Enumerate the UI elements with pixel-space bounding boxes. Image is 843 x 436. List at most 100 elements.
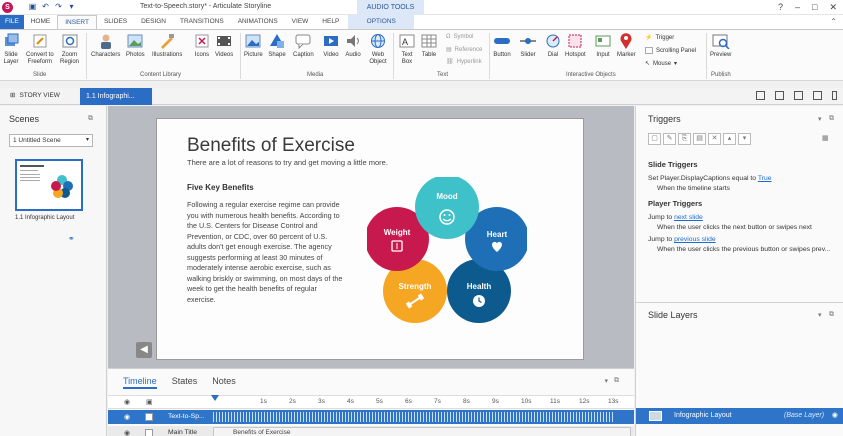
timeline-ruler[interactable]: ◉ ▣ 1s 2s 3s 4s 5s 6s 7s 8s 9s 10s 11s 1… [108, 395, 634, 409]
web-object-button[interactable]: Web Object [369, 32, 387, 66]
tab-transitions[interactable]: TRANSITIONS [173, 15, 231, 29]
table-button[interactable]: Table [420, 32, 438, 59]
trigger-item[interactable]: Jump to previous slide [648, 236, 716, 243]
slide-subtitle[interactable]: There are a lot of reasons to try and ge… [187, 158, 388, 167]
video-button[interactable]: Video [322, 32, 340, 59]
tab-file[interactable]: FILE [0, 15, 24, 29]
chevron-down-icon[interactable]: ▾ [818, 115, 822, 123]
customize-qat-icon[interactable]: ▾ [67, 2, 76, 11]
shape-button[interactable]: Shape [268, 32, 286, 59]
new-trigger-icon[interactable]: ▢ [648, 133, 661, 145]
story-view-tab[interactable]: ⊞ STORY VIEW [10, 91, 60, 100]
lock-toggle[interactable] [145, 429, 153, 436]
slide-stage[interactable]: Benefits of Exercise There are a lot of … [156, 118, 584, 360]
maximize-icon[interactable]: □ [812, 2, 817, 13]
dial-button[interactable]: Dial [544, 32, 562, 59]
eye-icon[interactable]: ◉ [124, 413, 130, 421]
benefits-infographic[interactable]: Mood Heart Health Strength Weight [367, 177, 527, 337]
delete-trigger-icon[interactable]: ✕ [708, 133, 721, 145]
collapse-ribbon-icon[interactable]: ⌃ [830, 17, 837, 26]
tab-home[interactable]: HOME [24, 15, 58, 29]
eye-icon[interactable]: ◉ [124, 398, 130, 406]
preview-button[interactable]: Preview [710, 32, 731, 59]
videos-button[interactable]: Videos [215, 32, 233, 59]
slide-heading[interactable]: Five Key Benefits [187, 183, 254, 192]
copy-trigger-icon[interactable]: ⎘ [678, 133, 691, 145]
minimize-icon[interactable]: – [795, 2, 800, 13]
photos-button[interactable]: Photos [126, 32, 145, 59]
tab-options[interactable]: OPTIONS [348, 15, 415, 29]
chevron-down-icon[interactable]: ▾ [818, 311, 822, 319]
move-up-icon[interactable]: ▴ [723, 133, 736, 145]
convert-freeform-button[interactable]: Convert to Freeform [26, 32, 54, 66]
symbol-button[interactable]: Ω Symbol [446, 34, 474, 40]
panel-restore-icon[interactable]: ⧉ [88, 115, 93, 123]
trigger-item[interactable]: Set Player.DisplayCaptions equal to True [648, 175, 772, 182]
icons-button[interactable]: Icons [193, 32, 211, 59]
save-icon[interactable]: ▣ [28, 2, 37, 11]
audio-button[interactable]: Audio [344, 32, 362, 59]
tab-notes[interactable]: Notes [212, 376, 236, 389]
slide-layer-button[interactable]: Slide Layer [2, 32, 20, 66]
paste-trigger-icon[interactable]: ▤ [693, 133, 706, 145]
mouse-button[interactable]: ↖ Mouse ▾ [645, 60, 677, 68]
audio-waveform[interactable] [213, 412, 613, 422]
tab-help[interactable]: HELP [315, 15, 346, 29]
scene-dropdown[interactable]: 1 Untitled Scene ▾ [9, 134, 93, 147]
trigger-link-true[interactable]: True [758, 175, 772, 182]
hyperlink-button[interactable]: ⛓ Hyperlink [446, 58, 482, 66]
slider-button[interactable]: Slider [519, 32, 537, 59]
phone-portrait-icon[interactable] [832, 91, 837, 100]
button-button[interactable]: Button [493, 32, 511, 59]
panel-restore-icon[interactable]: ⧉ [829, 115, 834, 123]
undo-icon[interactable]: ↶ [41, 2, 50, 11]
trigger-item[interactable]: Jump to next slide [648, 214, 703, 221]
lock-icon[interactable]: ▣ [146, 398, 153, 406]
lock-toggle[interactable] [145, 413, 153, 421]
text-box-button[interactable]: A Text Box [398, 32, 416, 66]
phone-landscape-icon[interactable] [813, 91, 822, 100]
tab-design[interactable]: DESIGN [134, 15, 173, 29]
edit-trigger-icon[interactable]: ✎ [663, 133, 676, 145]
slide-title[interactable]: Benefits of Exercise [187, 135, 355, 157]
desktop-view-icon[interactable] [756, 91, 765, 100]
slide-tab-infographic[interactable]: 1.1 Infographi... [80, 88, 152, 105]
help-icon[interactable]: ? [778, 2, 783, 13]
tab-states[interactable]: States [172, 376, 198, 389]
zoom-region-button[interactable]: Zoom Region [60, 32, 79, 66]
tab-slides[interactable]: SLIDES [97, 15, 134, 29]
trigger-link-previous-slide[interactable]: previous slide [674, 236, 716, 243]
tab-animations[interactable]: ANIMATIONS [231, 15, 285, 29]
slide-thumbnail[interactable] [15, 159, 83, 211]
close-icon[interactable]: ✕ [829, 2, 837, 13]
variables-icon[interactable]: ▦ [822, 134, 829, 142]
trigger-button[interactable]: ⚡ Trigger [645, 34, 674, 42]
marker-button[interactable]: Marker [617, 32, 636, 59]
base-layer-row[interactable]: Infographic Layout (Base Layer) ◉ [636, 408, 843, 424]
tab-insert[interactable]: INSERT [57, 15, 97, 29]
chevron-down-icon[interactable]: ▾ [604, 377, 608, 385]
redo-icon[interactable]: ↷ [54, 2, 63, 11]
input-button[interactable]: Input [594, 32, 612, 59]
picture-button[interactable]: Picture [244, 32, 263, 59]
slide-audio-icon[interactable]: ◀ [136, 342, 152, 358]
timeline-row-main-title[interactable]: ◉ Main Title Benefits of Exercise [108, 426, 634, 436]
slide-body-text[interactable]: Following a regular exercise regime can … [187, 200, 347, 305]
panel-restore-icon[interactable]: ⧉ [829, 311, 834, 319]
timeline-playhead[interactable] [211, 395, 219, 403]
panel-restore-icon[interactable]: ⧉ [614, 377, 619, 385]
tab-view[interactable]: VIEW [285, 15, 316, 29]
eye-icon[interactable]: ◉ [124, 429, 130, 436]
characters-button[interactable]: Characters [91, 32, 120, 59]
reference-button[interactable]: ▤ Reference [446, 46, 482, 54]
caption-button[interactable]: Caption [293, 32, 314, 59]
tablet-portrait-icon[interactable] [794, 91, 803, 100]
move-down-icon[interactable]: ▾ [738, 133, 751, 145]
petal-mood[interactable] [415, 177, 479, 239]
scrolling-panel-button[interactable]: Scrolling Panel [645, 47, 696, 54]
timeline-row-audio[interactable]: ◉ Text-to-Sp... [108, 410, 634, 424]
tab-timeline[interactable]: Timeline [123, 376, 157, 389]
eye-icon[interactable]: ◉ [832, 411, 838, 419]
hotspot-button[interactable]: Hotspot [565, 32, 586, 59]
tablet-landscape-icon[interactable] [775, 91, 784, 100]
